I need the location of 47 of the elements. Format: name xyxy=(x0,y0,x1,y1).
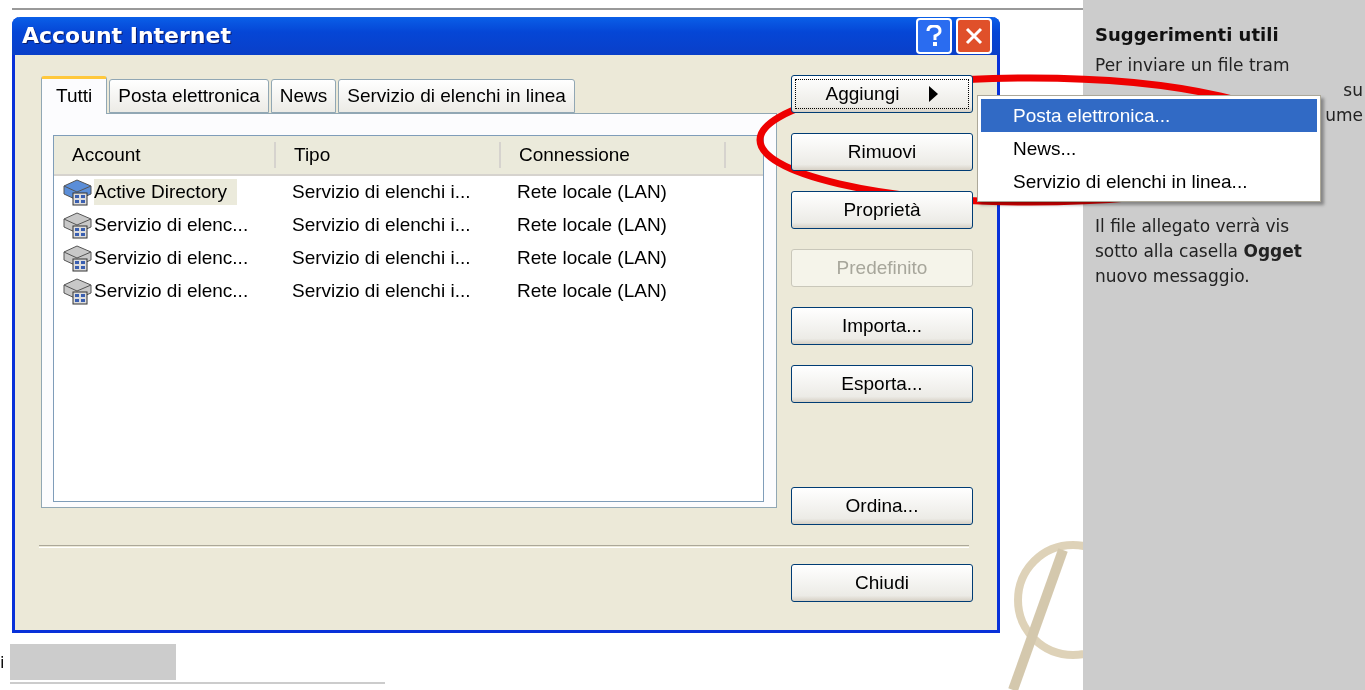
table-cell-text: Rete locale (LAN) xyxy=(516,181,668,204)
table-cell-text: Servizio di elenchi i... xyxy=(291,280,472,303)
column-header[interactable]: Tipo xyxy=(276,141,501,168)
dialog-button[interactable]: Proprietà xyxy=(791,190,973,229)
panel-text: nuovo messaggio. xyxy=(1095,265,1250,288)
tab[interactable]: Tutti xyxy=(41,75,108,114)
table-cell-text: Servizio di elenchi i... xyxy=(291,214,472,237)
table-cell-text: Servizio di elenchi i... xyxy=(291,247,472,270)
tab[interactable]: News xyxy=(270,78,337,113)
panel-text: Per inviare un file tram xyxy=(1095,54,1290,77)
table-cell-text: Rete locale (LAN) xyxy=(516,214,668,237)
table-cell-text: Rete locale (LAN) xyxy=(516,280,668,303)
submenu-arrow-icon xyxy=(929,85,939,102)
dialog-button[interactable]: Esporta... xyxy=(791,364,973,403)
dialog-button[interactable]: Aggiungi xyxy=(791,74,973,113)
dialog-button[interactable]: Importa... xyxy=(791,306,973,345)
text-fragment: i xyxy=(0,652,6,672)
table-cell-text: Rete locale (LAN) xyxy=(516,247,668,270)
server-icon xyxy=(60,243,94,274)
question-icon xyxy=(926,24,942,47)
column-header[interactable]: Account xyxy=(54,141,276,168)
account-name[interactable]: Active Directory xyxy=(94,179,238,206)
server-icon xyxy=(60,177,94,208)
dialog-button[interactable]: Ordina... xyxy=(791,486,973,525)
server-icon xyxy=(60,276,94,307)
dialog-button[interactable]: Rimuovi xyxy=(791,132,973,171)
table-cell-text: Servizio di elenchi i... xyxy=(291,181,472,204)
menu-item[interactable]: Servizio di elenchi in linea... xyxy=(981,165,1317,198)
close-button[interactable] xyxy=(956,17,992,54)
close-dialog-button[interactable]: Chiudi xyxy=(791,564,973,602)
menu-item[interactable]: News... xyxy=(981,132,1317,165)
close-icon xyxy=(965,26,983,45)
account-name[interactable]: Servizio di elenc... xyxy=(94,212,259,239)
tab[interactable]: Posta elettronica xyxy=(109,78,269,113)
window-title: Account Internet xyxy=(22,23,232,49)
panel-text: Il file allegato verrà vis xyxy=(1095,215,1290,238)
account-name[interactable]: Servizio di elenc... xyxy=(94,245,259,272)
menu-item[interactable]: Posta elettronica... xyxy=(981,99,1317,132)
panel-text: sotto alla casella Ogget xyxy=(1095,240,1302,263)
panel-text: ume xyxy=(1325,104,1364,127)
server-icon xyxy=(60,210,94,241)
help-button[interactable] xyxy=(916,17,952,54)
account-name[interactable]: Servizio di elenc... xyxy=(94,278,259,305)
tab[interactable]: Servizio di elenchi in linea xyxy=(338,78,575,113)
panel-text: su xyxy=(1343,79,1364,102)
panel-title: Suggerimenti utili xyxy=(1095,24,1280,45)
column-header[interactable]: Connessione xyxy=(501,141,726,168)
